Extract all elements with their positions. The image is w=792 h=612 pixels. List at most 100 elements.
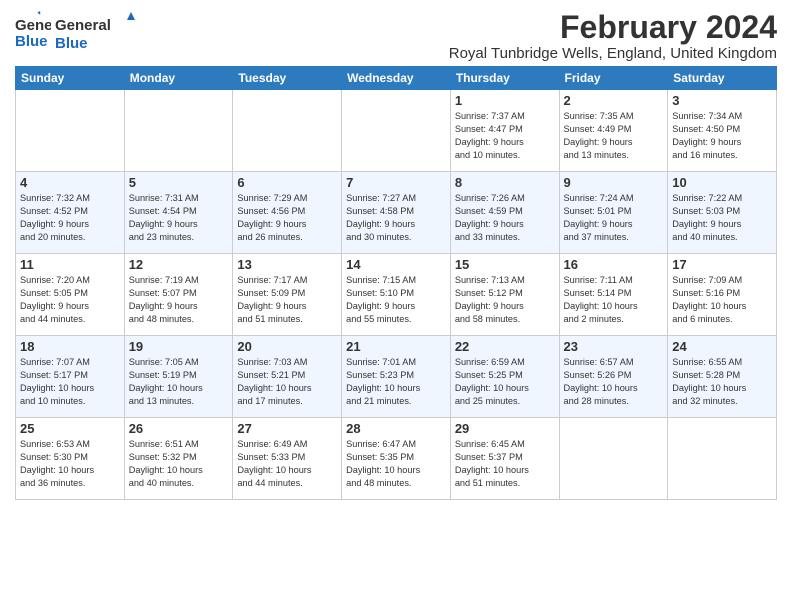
day-number: 22 xyxy=(455,339,555,354)
logo: General Blue General Blue xyxy=(15,10,135,59)
day-number: 5 xyxy=(129,175,229,190)
day-number: 13 xyxy=(237,257,337,272)
calendar-cell xyxy=(124,90,233,172)
col-wednesday: Wednesday xyxy=(342,67,451,90)
week-row-2: 4 Sunrise: 7:32 AMSunset: 4:52 PMDaylight… xyxy=(16,172,777,254)
day-number: 20 xyxy=(237,339,337,354)
calendar-cell: 28Sunrise: 6:47 AMSunset: 5:35 PMDayligh… xyxy=(342,418,451,500)
calendar-cell: 10Sunrise: 7:22 AMSunset: 5:03 PMDayligh… xyxy=(668,172,777,254)
calendar-cell: 19 Sunrise: 7:05 AMSunset: 5:19 PMDayligh… xyxy=(124,336,233,418)
cell-info: Sunrise: 7:17 AMSunset: 5:09 PMDaylight:… xyxy=(237,274,337,326)
cell-info: Sunrise: 6:57 AMSunset: 5:26 PMDaylight:… xyxy=(564,356,664,408)
day-number: 4 xyxy=(20,175,120,190)
calendar-cell: 11 Sunrise: 7:20 AMSunset: 5:05 PMDayligh… xyxy=(16,254,125,336)
logo-icon: General Blue xyxy=(15,10,51,54)
col-saturday: Saturday xyxy=(668,67,777,90)
calendar-cell: 27Sunrise: 6:49 AMSunset: 5:33 PMDayligh… xyxy=(233,418,342,500)
cell-info: Sunrise: 7:29 AMSunset: 4:56 PMDaylight:… xyxy=(237,192,337,244)
calendar-cell xyxy=(233,90,342,172)
day-number: 7 xyxy=(346,175,446,190)
calendar-cell: 4 Sunrise: 7:32 AMSunset: 4:52 PMDaylight… xyxy=(16,172,125,254)
cell-info: Sunrise: 7:35 AMSunset: 4:49 PMDaylight:… xyxy=(564,110,664,162)
day-number: 29 xyxy=(455,421,555,436)
cell-info: Sunrise: 6:47 AMSunset: 5:35 PMDaylight:… xyxy=(346,438,446,490)
calendar-cell xyxy=(668,418,777,500)
day-number: 27 xyxy=(237,421,337,436)
cell-info: Sunrise: 7:27 AMSunset: 4:58 PMDaylight:… xyxy=(346,192,446,244)
cell-info: Sunrise: 7:13 AMSunset: 5:12 PMDaylight:… xyxy=(455,274,555,326)
col-sunday: Sunday xyxy=(16,67,125,90)
day-number: 1 xyxy=(455,93,555,108)
day-number: 23 xyxy=(564,339,664,354)
week-row-5: 25Sunrise: 6:53 AMSunset: 5:30 PMDayligh… xyxy=(16,418,777,500)
day-number: 10 xyxy=(672,175,772,190)
calendar-cell: 16 Sunrise: 7:11 AMSunset: 5:14 PMDayligh… xyxy=(559,254,668,336)
col-friday: Friday xyxy=(559,67,668,90)
cell-info: Sunrise: 6:51 AMSunset: 5:32 PMDaylight:… xyxy=(129,438,229,490)
cell-info: Sunrise: 6:45 AMSunset: 5:37 PMDaylight:… xyxy=(455,438,555,490)
day-number: 6 xyxy=(237,175,337,190)
calendar-cell: 3 Sunrise: 7:34 AMSunset: 4:50 PMDaylight… xyxy=(668,90,777,172)
day-number: 15 xyxy=(455,257,555,272)
cell-info: Sunrise: 7:03 AMSunset: 5:21 PMDaylight:… xyxy=(237,356,337,408)
cell-info: Sunrise: 7:11 AMSunset: 5:14 PMDaylight:… xyxy=(564,274,664,326)
calendar-cell: 25Sunrise: 6:53 AMSunset: 5:30 PMDayligh… xyxy=(16,418,125,500)
page-container: General Blue General Blue February 2024 … xyxy=(0,0,792,505)
calendar-cell: 1 Sunrise: 7:37 AMSunset: 4:47 PMDaylight… xyxy=(450,90,559,172)
cell-info: Sunrise: 7:15 AMSunset: 5:10 PMDaylight:… xyxy=(346,274,446,326)
calendar-cell: 17Sunrise: 7:09 AMSunset: 5:16 PMDayligh… xyxy=(668,254,777,336)
day-number: 25 xyxy=(20,421,120,436)
calendar-cell: 6 Sunrise: 7:29 AMSunset: 4:56 PMDaylight… xyxy=(233,172,342,254)
cell-info: Sunrise: 7:05 AMSunset: 5:19 PMDaylight:… xyxy=(129,356,229,408)
cell-info: Sunrise: 7:01 AMSunset: 5:23 PMDaylight:… xyxy=(346,356,446,408)
calendar-cell: 18Sunrise: 7:07 AMSunset: 5:17 PMDayligh… xyxy=(16,336,125,418)
day-number: 24 xyxy=(672,339,772,354)
day-number: 19 xyxy=(129,339,229,354)
calendar-cell: 13 Sunrise: 7:17 AMSunset: 5:09 PMDayligh… xyxy=(233,254,342,336)
cell-info: Sunrise: 6:55 AMSunset: 5:28 PMDaylight:… xyxy=(672,356,772,408)
day-number: 16 xyxy=(564,257,664,272)
title-block: February 2024 Royal Tunbridge Wells, Eng… xyxy=(449,10,777,62)
calendar-cell: 5 Sunrise: 7:31 AMSunset: 4:54 PMDaylight… xyxy=(124,172,233,254)
col-monday: Monday xyxy=(124,67,233,90)
header: General Blue General Blue February 2024 … xyxy=(15,10,777,62)
calendar-cell: 23 Sunrise: 6:57 AMSunset: 5:26 PMDayligh… xyxy=(559,336,668,418)
calendar-cell: 2 Sunrise: 7:35 AMSunset: 4:49 PMDaylight… xyxy=(559,90,668,172)
month-title: February 2024 xyxy=(449,10,777,45)
week-row-1: 1 Sunrise: 7:37 AMSunset: 4:47 PMDaylight… xyxy=(16,90,777,172)
day-number: 9 xyxy=(564,175,664,190)
day-number: 21 xyxy=(346,339,446,354)
day-number: 8 xyxy=(455,175,555,190)
cell-info: Sunrise: 7:34 AMSunset: 4:50 PMDaylight:… xyxy=(672,110,772,162)
cell-info: Sunrise: 7:37 AMSunset: 4:47 PMDaylight:… xyxy=(455,110,555,162)
calendar-cell: 26 Sunrise: 6:51 AMSunset: 5:32 PMDayligh… xyxy=(124,418,233,500)
day-number: 3 xyxy=(672,93,772,108)
svg-text:General: General xyxy=(15,17,51,34)
cell-info: Sunrise: 6:59 AMSunset: 5:25 PMDaylight:… xyxy=(455,356,555,408)
calendar-cell: 29 Sunrise: 6:45 AMSunset: 5:37 PMDayligh… xyxy=(450,418,559,500)
calendar-cell xyxy=(559,418,668,500)
cell-info: Sunrise: 7:26 AMSunset: 4:59 PMDaylight:… xyxy=(455,192,555,244)
cell-info: Sunrise: 7:09 AMSunset: 5:16 PMDaylight:… xyxy=(672,274,772,326)
cell-info: Sunrise: 7:20 AMSunset: 5:05 PMDaylight:… xyxy=(20,274,120,326)
day-number: 14 xyxy=(346,257,446,272)
cell-info: Sunrise: 7:32 AMSunset: 4:52 PMDaylight:… xyxy=(20,192,120,244)
calendar-cell xyxy=(342,90,451,172)
day-number: 18 xyxy=(20,339,120,354)
location-title: Royal Tunbridge Wells, England, United K… xyxy=(449,45,777,62)
day-number: 2 xyxy=(564,93,664,108)
calendar-cell: 21 Sunrise: 7:01 AMSunset: 5:23 PMDayligh… xyxy=(342,336,451,418)
calendar-cell: 20 Sunrise: 7:03 AMSunset: 5:21 PMDayligh… xyxy=(233,336,342,418)
cell-info: Sunrise: 7:19 AMSunset: 5:07 PMDaylight:… xyxy=(129,274,229,326)
calendar-cell: 22 Sunrise: 6:59 AMSunset: 5:25 PMDayligh… xyxy=(450,336,559,418)
logo-full: General Blue xyxy=(55,10,135,54)
svg-text:Blue: Blue xyxy=(15,33,48,50)
calendar-cell xyxy=(16,90,125,172)
svg-text:General: General xyxy=(55,17,111,34)
day-number: 11 xyxy=(20,257,120,272)
cell-info: Sunrise: 7:31 AMSunset: 4:54 PMDaylight:… xyxy=(129,192,229,244)
day-number: 26 xyxy=(129,421,229,436)
calendar-cell: 14 Sunrise: 7:15 AMSunset: 5:10 PMDayligh… xyxy=(342,254,451,336)
cell-info: Sunrise: 7:24 AMSunset: 5:01 PMDaylight:… xyxy=(564,192,664,244)
calendar-cell: 9 Sunrise: 7:24 AMSunset: 5:01 PMDaylight… xyxy=(559,172,668,254)
